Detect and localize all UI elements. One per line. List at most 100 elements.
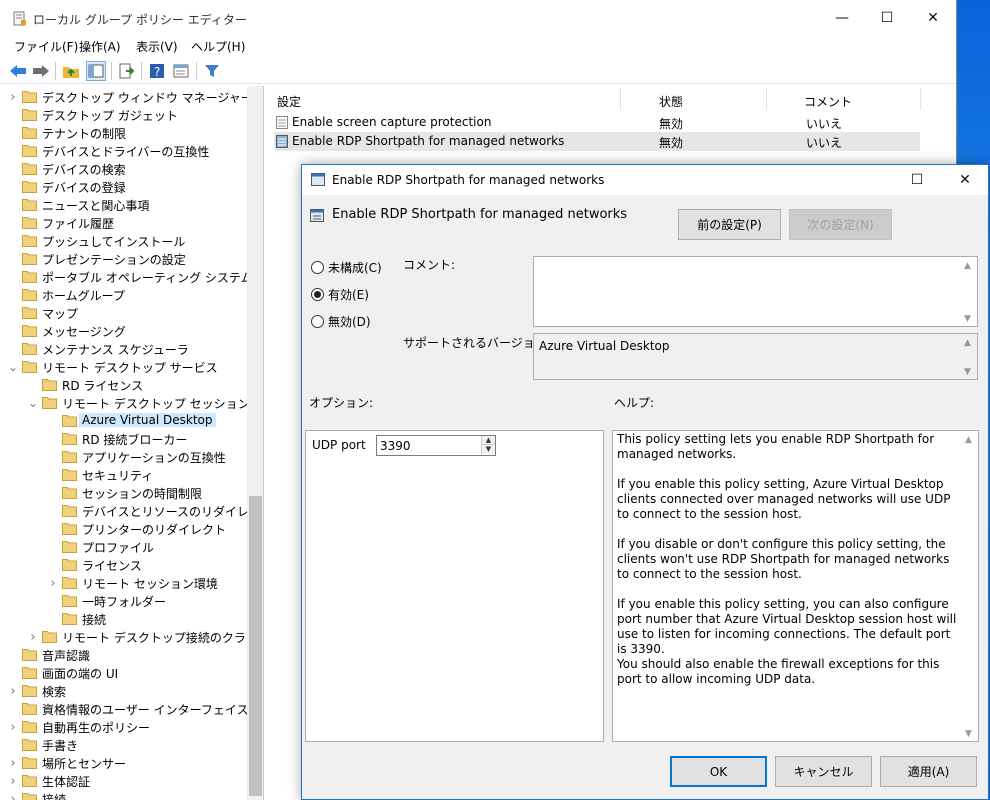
- menu-help[interactable]: ヘルプ(H): [191, 38, 245, 55]
- radio-circle: [311, 287, 324, 301]
- udp-port-stepper[interactable]: 3390 ▲ ▼: [376, 435, 496, 456]
- tree-item[interactable]: デバイスの検索: [0, 160, 246, 178]
- tree-item[interactable]: デバイスとドライバーの互換性: [0, 142, 246, 160]
- tree-item[interactable]: デスクトップ ガジェット: [0, 106, 246, 124]
- tree-item[interactable]: セッションの時間制限: [0, 484, 246, 502]
- tree-item[interactable]: › リモート セッション環境: [0, 574, 246, 592]
- radio-enabled[interactable]: 有効(E): [311, 285, 369, 303]
- expand-chevron-icon[interactable]: ›: [8, 718, 18, 736]
- tree-item[interactable]: マップ: [0, 304, 246, 322]
- tree-item[interactable]: プッシュしてインストール: [0, 232, 246, 250]
- tree-item-label: アプリケーションの互換性: [82, 451, 226, 465]
- tree-item[interactable]: RD 接続ブローカー: [0, 430, 246, 448]
- expand-chevron-icon[interactable]: ›: [28, 628, 38, 646]
- forward-icon[interactable]: [31, 61, 51, 81]
- spin-down-icon[interactable]: ▼: [482, 445, 495, 454]
- tree-item[interactable]: 手書き: [0, 736, 246, 754]
- tree-item[interactable]: ⌄ リモート デスクトップ セッション ホスト: [0, 394, 263, 412]
- filter-icon[interactable]: [202, 61, 222, 81]
- tree-item[interactable]: ファイル履歴: [0, 214, 246, 232]
- dialog-maximize-button[interactable]: ☐: [894, 165, 940, 195]
- show-hide-tree-icon[interactable]: [86, 61, 106, 81]
- tree-item[interactable]: ポータブル オペレーティング システム: [0, 268, 253, 286]
- tree-item[interactable]: アプリケーションの互換性: [0, 448, 246, 466]
- tree-item[interactable]: セキュリティ: [0, 466, 246, 484]
- tree-item[interactable]: RD ライセンス: [0, 376, 246, 394]
- tree-scrollbar-thumb[interactable]: [249, 496, 262, 796]
- back-icon[interactable]: [8, 61, 28, 81]
- column-header-setting[interactable]: 設定: [277, 93, 301, 110]
- folder-icon: [22, 109, 37, 121]
- apply-button[interactable]: 適用(A): [880, 756, 977, 787]
- expand-chevron-icon[interactable]: ›: [8, 88, 18, 106]
- collapse-chevron-icon[interactable]: ⌄: [28, 394, 38, 412]
- tree-item[interactable]: テナントの制限: [0, 124, 246, 142]
- tree-item[interactable]: 接続: [0, 610, 246, 628]
- tree-item[interactable]: 一時フォルダー: [0, 592, 246, 610]
- spin-up-icon[interactable]: ▲: [482, 436, 495, 445]
- tree-item[interactable]: › デスクトップ ウィンドウ マネージャー: [0, 88, 252, 106]
- comment-scrollbar[interactable]: ▲ ▼: [960, 257, 977, 326]
- up-folder-icon[interactable]: [61, 61, 81, 81]
- export-list-icon[interactable]: [116, 61, 136, 81]
- column-header-state[interactable]: 状態: [659, 93, 683, 110]
- menu-action[interactable]: 操作(A): [79, 38, 121, 55]
- tree-item[interactable]: 音声認識: [0, 646, 246, 664]
- next-setting-button[interactable]: 次の設定(N): [789, 209, 892, 240]
- tree-item[interactable]: デバイスの登録: [0, 178, 246, 196]
- table-row[interactable]: Enable RDP Shortpath for managed network…: [274, 132, 920, 151]
- tree-item[interactable]: 資格情報のユーザー インターフェイス: [0, 700, 249, 718]
- dialog-close-button[interactable]: ✕: [942, 165, 988, 195]
- tree-item[interactable]: デバイスとリソースのリダイレクト: [0, 502, 263, 520]
- folder-icon: [62, 613, 77, 625]
- help-scrollbar[interactable]: ▲ ▼: [961, 431, 978, 741]
- radio-disabled[interactable]: 無効(D): [311, 312, 371, 330]
- radio-not-configured[interactable]: 未構成(C): [311, 258, 382, 276]
- supported-scrollbar[interactable]: ▲ ▼: [960, 334, 977, 379]
- close-button[interactable]: ✕: [910, 0, 956, 36]
- tree-item[interactable]: Azure Virtual Desktop: [0, 412, 246, 430]
- minimize-button[interactable]: —: [819, 0, 865, 36]
- properties-icon[interactable]: [171, 61, 191, 81]
- tree-item[interactable]: ホームグループ: [0, 286, 246, 304]
- title-bar[interactable]: ローカル グループ ポリシー エディター — ☐ ✕: [0, 0, 956, 36]
- tree-item[interactable]: › 生体認証: [0, 772, 246, 790]
- tree-item[interactable]: メッセージング: [0, 322, 246, 340]
- tree-item[interactable]: プリンターのリダイレクト: [0, 520, 246, 538]
- tree-item[interactable]: › 自動再生のポリシー: [0, 718, 246, 736]
- folder-icon: [22, 235, 37, 247]
- tree-item-label: 画面の端の UI: [42, 667, 119, 681]
- tree-item[interactable]: › リモート デスクトップ接続のクライアント: [0, 628, 263, 646]
- maximize-button[interactable]: ☐: [864, 0, 910, 36]
- table-row[interactable]: Enable screen capture protection 無効 いいえ: [274, 113, 920, 132]
- expand-chevron-icon[interactable]: ›: [8, 682, 18, 700]
- menu-file[interactable]: ファイル(F): [14, 38, 78, 55]
- folder-icon: [22, 217, 37, 229]
- dialog-title-bar[interactable]: Enable RDP Shortpath for managed network…: [302, 165, 988, 195]
- tree-item[interactable]: プレゼンテーションの設定: [0, 250, 246, 268]
- cancel-button[interactable]: キャンセル: [775, 756, 872, 787]
- tree-item-label: リモート デスクトップ セッション ホスト: [62, 397, 263, 411]
- previous-setting-button[interactable]: 前の設定(P): [678, 209, 781, 240]
- ok-button[interactable]: OK: [670, 756, 767, 787]
- expand-chevron-icon[interactable]: ›: [8, 754, 18, 772]
- tree-item[interactable]: ⌄ リモート デスクトップ サービス: [0, 358, 246, 376]
- tree-item[interactable]: 画面の端の UI: [0, 664, 246, 682]
- expand-chevron-icon[interactable]: ›: [8, 790, 18, 800]
- tree-item[interactable]: ニュースと関心事項: [0, 196, 246, 214]
- tree-item[interactable]: ライセンス: [0, 556, 246, 574]
- tree-item[interactable]: プロファイル: [0, 538, 246, 556]
- collapse-chevron-icon[interactable]: ⌄: [8, 358, 18, 376]
- menu-view[interactable]: 表示(V): [136, 38, 178, 55]
- folder-icon: [42, 397, 57, 409]
- tree-item[interactable]: › 場所とセンサー: [0, 754, 246, 772]
- tree-item[interactable]: › 検索: [0, 682, 246, 700]
- help-icon[interactable]: ?: [147, 61, 167, 81]
- tree-item[interactable]: › 接続: [0, 790, 246, 800]
- expand-chevron-icon[interactable]: ›: [48, 574, 58, 592]
- tree-item[interactable]: メンテナンス スケジューラ: [0, 340, 246, 358]
- tree-item-label: ファイル履歴: [42, 217, 115, 231]
- expand-chevron-icon[interactable]: ›: [8, 772, 18, 790]
- column-header-comment[interactable]: コメント: [804, 93, 852, 110]
- comment-textarea[interactable]: ▲ ▼: [533, 256, 978, 327]
